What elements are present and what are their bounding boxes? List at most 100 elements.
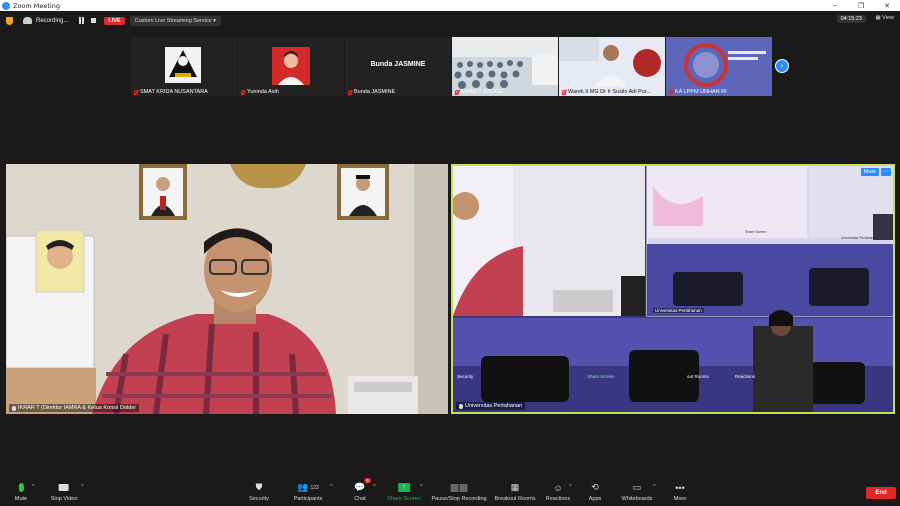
video-camera-icon (51, 481, 78, 494)
security-shield-icon: ⛊ (255, 482, 263, 492)
participant-thumbnail[interactable]: KA LPPM UNHAN RI (666, 37, 772, 96)
share-screen-button[interactable]: ↑ Share Screen (387, 481, 421, 502)
meeting-controls-toolbar: Mute ^ Stop Video ^ ⛊ Security 👥 123 Part… (0, 478, 900, 506)
chat-button[interactable]: 💬 6 Chat (354, 478, 371, 502)
participants-options-caret-icon[interactable]: ^ (330, 484, 333, 490)
security-button[interactable]: ⛊ Security (249, 481, 269, 502)
mic-icon (12, 405, 16, 411)
mic-muted-icon (348, 89, 352, 95)
shared-screen-security-label: Security (457, 374, 474, 379)
mute-participant-button[interactable]: Mute (860, 168, 879, 176)
mute-label: Mute (14, 496, 28, 502)
participants-label: Participants (293, 496, 323, 502)
stop-video-button[interactable]: Stop Video (50, 481, 78, 502)
active-speaker-name-label: Universitas Pertahanan (456, 402, 526, 410)
chat-options-caret-icon[interactable]: ^ (373, 484, 376, 490)
pause-recording-button[interactable]: Pause/Stop Recording (431, 481, 487, 502)
end-meeting-button[interactable]: End (866, 487, 896, 499)
school-logo-icon (165, 47, 201, 83)
participants-count: 123 (310, 484, 319, 491)
shared-screen-share-small-label: Share Screen (745, 230, 767, 234)
chat-badge: 6 (364, 478, 371, 483)
mic-muted-icon (241, 89, 245, 95)
thumbnail-label: SMAT KRIDA NUSANTARA (134, 89, 208, 95)
apps-icon: ⟲ (591, 482, 599, 492)
mute-options-caret-icon[interactable]: ^ (32, 484, 35, 490)
shared-screen-share-label: Share Screen (587, 374, 615, 379)
live-badge: LIVE (104, 16, 125, 25)
meeting-timer: 04:15:23 (836, 15, 866, 23)
window-titlebar: Zoom Meeting – ❐ ✕ (0, 0, 900, 11)
reactions-button[interactable]: ☺ Reactions (546, 481, 570, 503)
shield-icon[interactable] (6, 16, 13, 25)
maximize-icon[interactable]: ❐ (848, 2, 874, 10)
mic-muted-icon (134, 89, 138, 95)
breakout-rooms-button[interactable]: ▦ Breakout Rooms (495, 481, 536, 502)
microphone-icon (15, 481, 27, 494)
stream-service-dropdown[interactable]: Custom Live Streaming Service (129, 15, 221, 26)
more-label: More (673, 496, 687, 502)
next-page-arrow-icon[interactable]: › (775, 59, 789, 73)
video-tile-speaker[interactable]: IKRAR T (Direktur IAMRA & Ketua Konsil D… (6, 164, 448, 414)
reactions-options-caret-icon[interactable]: ^ (569, 484, 572, 490)
thumbnail-label: Warek II MG Dr Ir Susilo Adi Pur... (562, 89, 651, 95)
breakout-rooms-icon: ▦ (510, 482, 520, 492)
shared-screen-reactions-label: Reactions (735, 374, 756, 379)
stop-video-label: Stop Video (50, 496, 78, 502)
minimize-icon[interactable]: – (822, 2, 848, 9)
more-button[interactable]: ••• More (673, 481, 687, 503)
participant-thumbnail[interactable]: Yuninda Asih (238, 37, 344, 96)
participants-button[interactable]: 👥 123 Participants (294, 481, 323, 502)
share-options-caret-icon[interactable]: ^ (420, 484, 423, 490)
more-options-icon[interactable]: ··· (881, 168, 891, 176)
share-screen-label: Share Screen (387, 496, 421, 502)
whiteboards-label: Whiteboards (621, 496, 653, 502)
speaker-name-label: IKRAR T (Direktur IAMRA & Ketua Konsil D… (9, 404, 140, 412)
whiteboard-options-caret-icon[interactable]: ^ (653, 484, 656, 490)
video-options-caret-icon[interactable]: ^ (81, 484, 84, 490)
presentation-slide (666, 37, 772, 96)
mic-muted-icon (455, 89, 459, 95)
apps-label: Apps (588, 496, 602, 502)
whiteboards-button[interactable]: ▭ Whiteboards (622, 481, 653, 502)
view-button[interactable]: ▦ View (875, 15, 894, 21)
reactions-icon: ☺ (553, 482, 563, 493)
mic-icon (459, 403, 463, 409)
pause-recording-icon[interactable] (78, 17, 85, 24)
speaker-video-scene (6, 164, 448, 414)
view-label: View (882, 15, 894, 21)
meeting-status-bar: Recording... LIVE Custom Live Streaming … (0, 11, 900, 30)
zoom-app-icon (2, 1, 10, 10)
classroom-video (452, 37, 558, 89)
stop-recording-icon[interactable] (91, 18, 97, 23)
thumbnail-label: Yuninda Asih (241, 89, 279, 95)
window-title: Zoom Meeting (13, 1, 61, 10)
shared-screen-univ-label: Universitas Pertahanan (653, 308, 704, 313)
participant-thumbnail[interactable]: Warek II MG Dr Ir Susilo Adi Pur... (559, 37, 665, 96)
participant-thumbnail[interactable]: SMAT KRIDA NUSANTARA (131, 37, 237, 96)
mic-muted-icon (669, 89, 673, 95)
participant-thumbnail-strip: SMAT KRIDA NUSANTARA Yuninda Asih Bunda … (131, 37, 772, 96)
shared-screen-univ-label-small: Universitas Pertahanan (841, 236, 878, 240)
participant-thumbnail[interactable]: Bunda JASMINE Bunda JASMINE (345, 37, 451, 96)
nested-screen-share-video (453, 166, 893, 412)
mute-button[interactable]: Mute (15, 481, 27, 502)
participant-name-card: Bunda JASMINE (370, 61, 426, 68)
video-tile-active[interactable]: Security Share Screen out Rooms Reaction… (451, 164, 895, 414)
participant-thumbnail[interactable]: SMAN 2 BALIGE (452, 37, 558, 96)
mic-muted-icon (562, 89, 566, 95)
shared-screen-rooms-label: out Rooms (687, 374, 709, 379)
recording-cloud-icon (23, 17, 32, 24)
participant-video (559, 37, 665, 96)
whiteboard-icon: ▭ (632, 482, 642, 492)
thumbnail-label: SMAN 2 BALIGE (455, 89, 503, 95)
close-icon[interactable]: ✕ (874, 2, 900, 10)
pause-recording-label: Pause/Stop Recording (431, 496, 487, 502)
security-label: Security (249, 496, 269, 502)
thumbnail-label: KA LPPM UNHAN RI (669, 89, 727, 95)
participant-photo (272, 47, 310, 85)
participants-icon: 👥 123 (297, 482, 319, 492)
recording-status: Recording... (36, 17, 69, 24)
pause-stop-recording-icon (431, 481, 486, 494)
apps-button[interactable]: ⟲ Apps (589, 481, 602, 502)
